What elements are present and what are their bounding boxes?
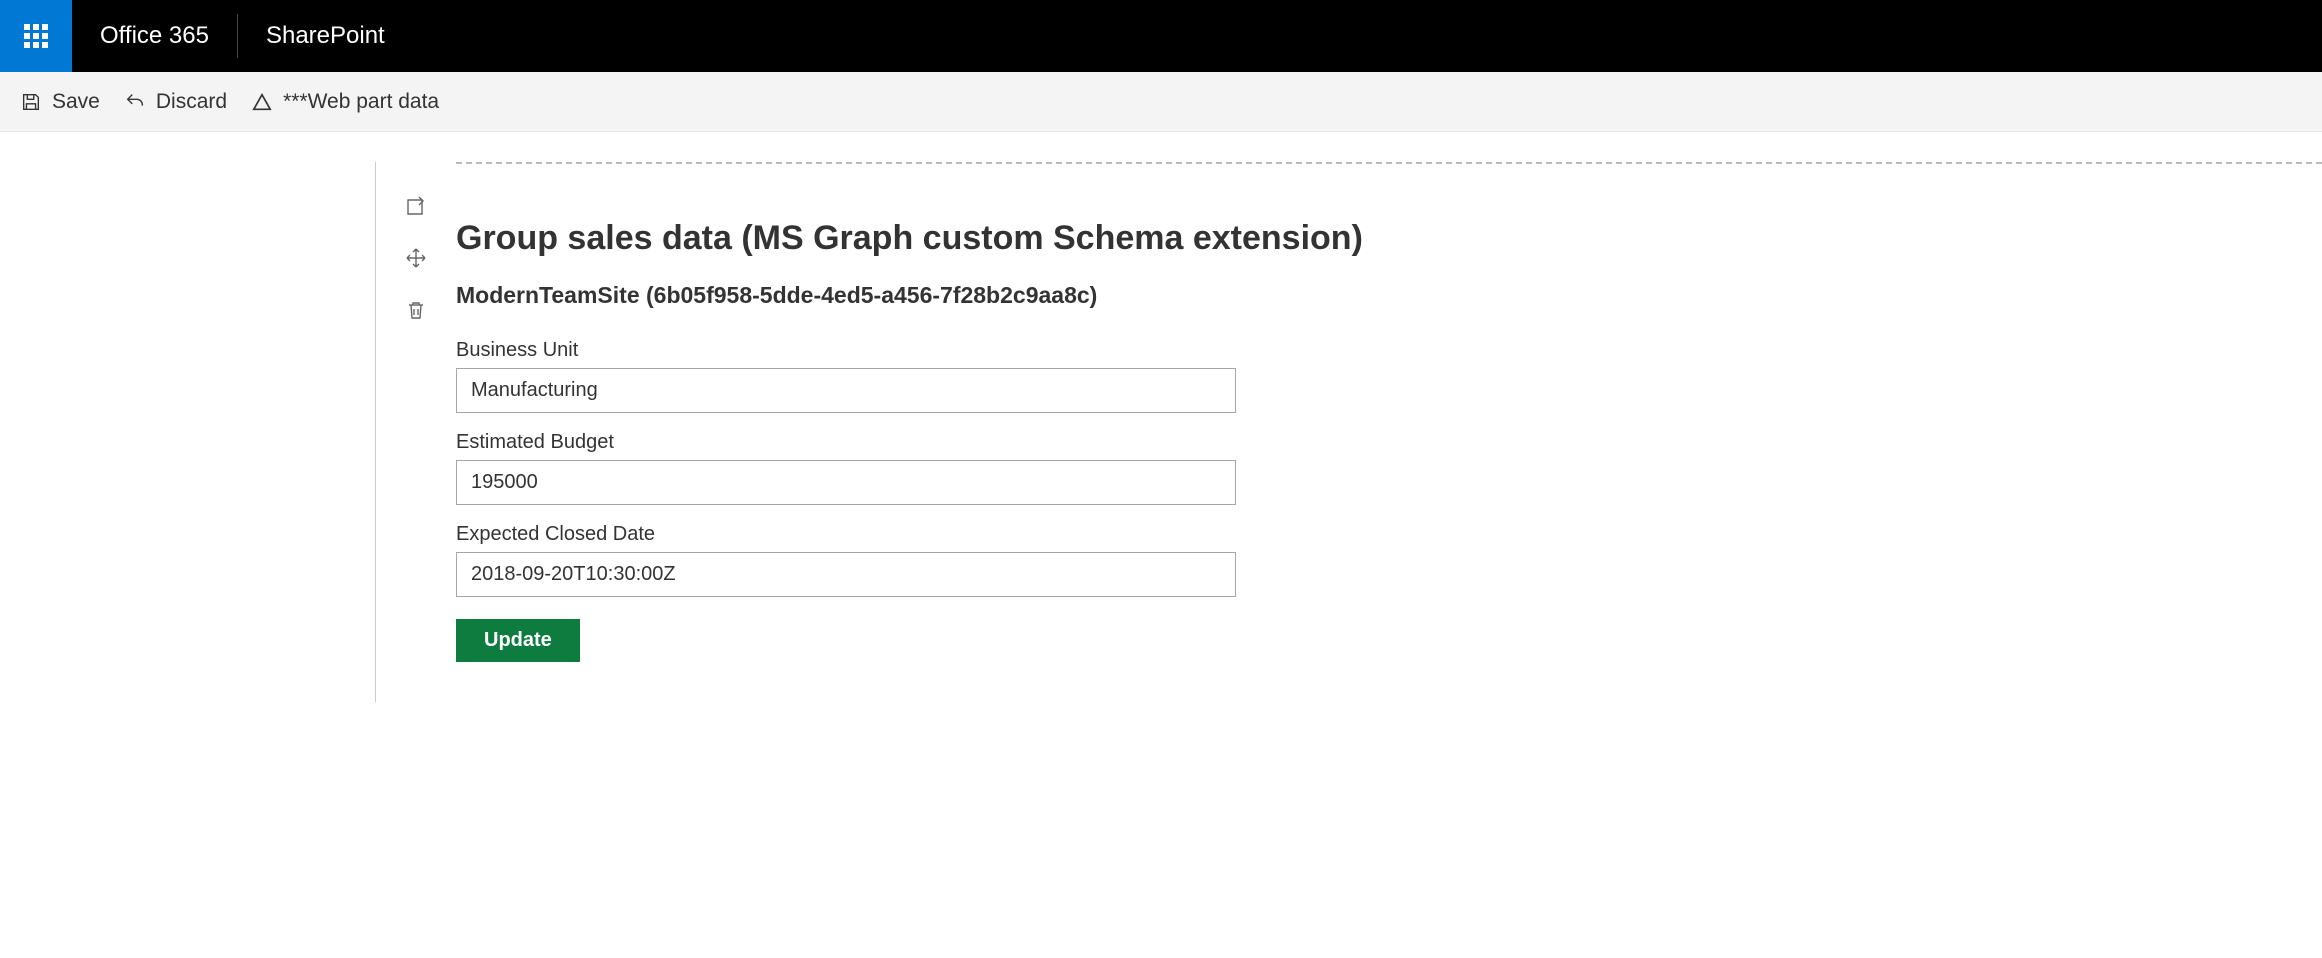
undo-icon [124,91,146,113]
save-label: Save [52,90,100,114]
discard-button[interactable]: Discard [124,90,227,114]
webpart-subtitle: ModernTeamSite (6b05f958-5dde-4ed5-a456-… [456,282,2262,309]
canvas-section: Group sales data (MS Graph custom Schema… [376,164,2322,702]
save-button[interactable]: Save [20,90,100,114]
brand-label[interactable]: Office 365 [72,0,237,72]
update-button[interactable]: Update [456,619,580,662]
move-webpart-button[interactable] [402,244,430,272]
canvas-wrap: Group sales data (MS Graph custom Schema… [0,132,2322,702]
edit-webpart-button[interactable] [402,192,430,220]
webpart-title: Group sales data (MS Graph custom Schema… [456,219,2262,258]
expected-closed-date-label: Expected Closed Date [456,523,2262,546]
app-launcher-button[interactable] [0,0,72,72]
webpart-body: Group sales data (MS Graph custom Schema… [456,164,2322,702]
discard-label: Discard [156,90,227,114]
save-icon [20,91,42,113]
delete-webpart-button[interactable] [402,296,430,324]
field-expected-closed-date: Expected Closed Date [456,523,2262,597]
triangle-icon [251,91,273,113]
field-business-unit: Business Unit [456,339,2262,413]
webpart-toolbox [376,164,456,324]
webpart-data-label: ***Web part data [283,90,439,114]
suite-header: Office 365 SharePoint [0,0,2322,72]
edit-icon [404,194,428,218]
estimated-budget-input[interactable] [456,460,1236,505]
business-unit-label: Business Unit [456,339,2262,362]
webpart-data-button[interactable]: ***Web part data [251,90,439,114]
move-icon [404,246,428,270]
estimated-budget-label: Estimated Budget [456,431,2262,454]
page-canvas: Group sales data (MS Graph custom Schema… [375,162,2322,702]
trash-icon [404,298,428,322]
product-label[interactable]: SharePoint [238,0,413,72]
command-bar: Save Discard ***Web part data [0,72,2322,132]
waffle-icon [24,24,48,48]
expected-closed-date-input[interactable] [456,552,1236,597]
field-estimated-budget: Estimated Budget [456,431,2262,505]
business-unit-input[interactable] [456,368,1236,413]
